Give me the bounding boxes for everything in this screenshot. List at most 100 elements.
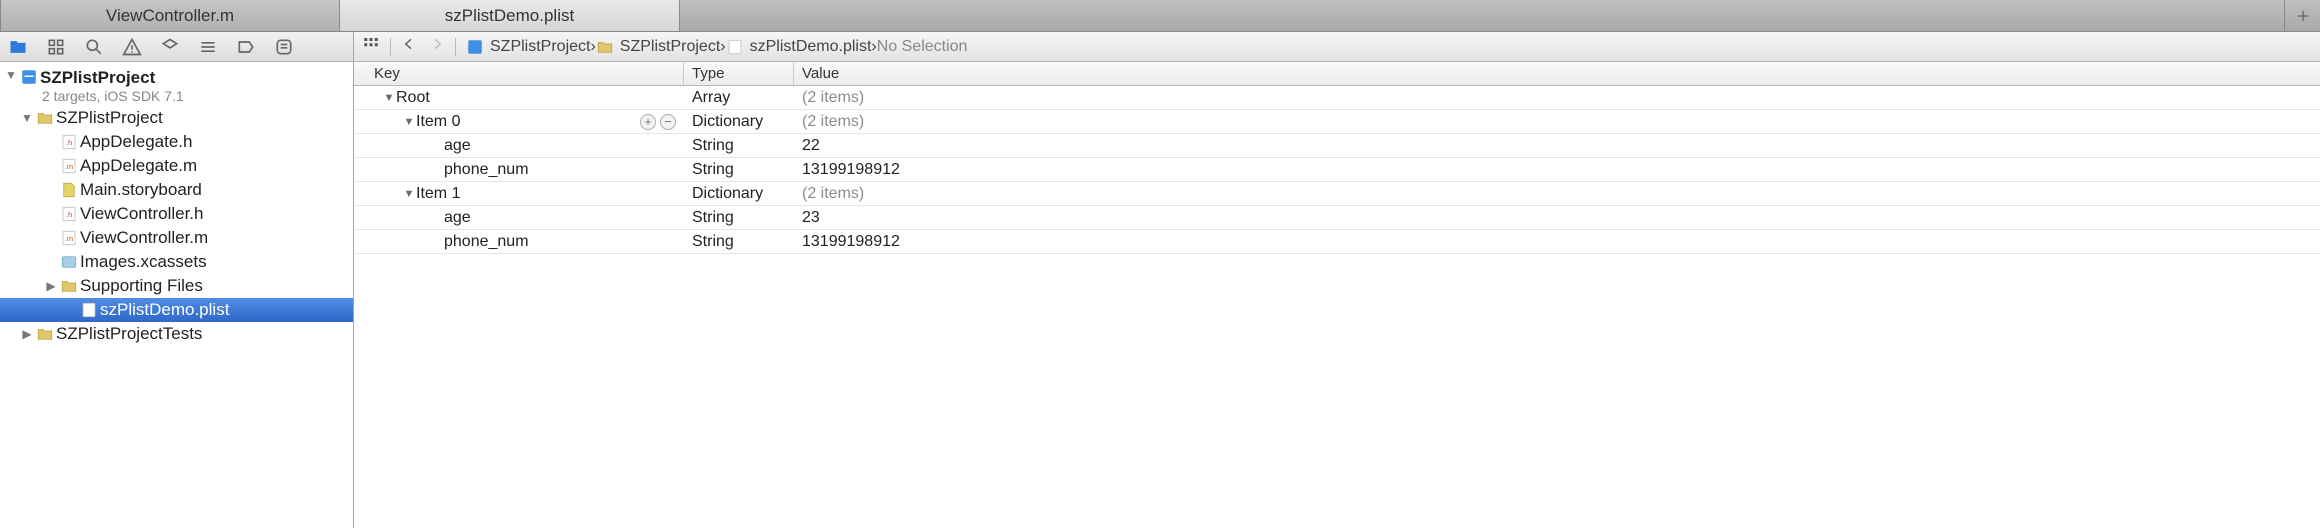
plist-editor: SZPlistProject›SZPlistProject›szPlistDem… xyxy=(354,32,2320,528)
disclosure-triangle-icon[interactable]: ▼ xyxy=(20,111,34,125)
test-navigator-icon[interactable] xyxy=(158,37,182,57)
navigator-tree[interactable]: ▼ SZPlistProject 2 targets, iOS SDK 7.1 … xyxy=(0,62,353,528)
plist-key[interactable]: phone_num xyxy=(444,233,529,251)
navigator-item-label: Supporting Files xyxy=(80,276,203,296)
breadcrumb-label: SZPlistProject xyxy=(620,38,720,56)
plist-key[interactable]: phone_num xyxy=(444,161,529,179)
column-header-value[interactable]: Value xyxy=(794,62,2320,85)
disclosure-triangle-icon[interactable]: ▼ xyxy=(4,68,18,82)
related-items-icon[interactable] xyxy=(362,35,380,58)
plist-key[interactable]: Item 1 xyxy=(416,185,460,203)
breadcrumb-label: szPlistDemo.plist xyxy=(750,38,872,56)
plist-type[interactable]: String xyxy=(692,137,734,155)
column-header-type[interactable]: Type xyxy=(684,62,794,85)
plist-header-row: Key Type Value xyxy=(354,62,2320,86)
plist-type[interactable]: Dictionary xyxy=(692,113,763,131)
file-icon: .m xyxy=(58,157,80,175)
disclosure-triangle-icon[interactable]: ▼ xyxy=(382,92,396,104)
breadcrumb-item[interactable]: SZPlistProject xyxy=(596,38,720,56)
tab-label: ViewController.m xyxy=(106,6,234,26)
plist-row[interactable]: ▼Item 1+−Dictionary(2 items) xyxy=(354,182,2320,206)
add-button[interactable]: + xyxy=(640,114,656,130)
plus-icon xyxy=(2295,8,2311,24)
issue-navigator-icon[interactable] xyxy=(120,37,144,57)
plist-value[interactable]: 22 xyxy=(802,137,820,155)
plist-row[interactable]: ▼Root+−Array(2 items) xyxy=(354,86,2320,110)
back-button[interactable] xyxy=(401,36,417,57)
plist-type[interactable]: String xyxy=(692,233,734,251)
disclosure-triangle-icon[interactable]: ▼ xyxy=(402,116,416,128)
file-icon: .h xyxy=(58,205,80,223)
file-icon: .m xyxy=(58,229,80,247)
plist-type[interactable]: Dictionary xyxy=(692,185,763,203)
breadcrumb-item[interactable]: szPlistDemo.plist xyxy=(726,38,872,56)
navigator-row[interactable]: ▼SZPlistProject xyxy=(0,106,353,130)
project-navigator-icon[interactable] xyxy=(6,37,30,57)
add-tab-button[interactable] xyxy=(2284,0,2320,31)
separator xyxy=(455,38,456,56)
navigator-item-label: AppDelegate.m xyxy=(80,156,197,176)
plist-type[interactable]: Array xyxy=(692,89,730,107)
plist-body[interactable]: ▼Root+−Array(2 items)▼Item 0+−Dictionary… xyxy=(354,86,2320,528)
navigator-row[interactable]: .m AppDelegate.m xyxy=(0,154,353,178)
forward-button[interactable] xyxy=(429,36,445,57)
file-icon xyxy=(78,301,100,319)
plist-type[interactable]: String xyxy=(692,209,734,227)
navigator-row[interactable]: Images.xcassets xyxy=(0,250,353,274)
disclosure-triangle-icon[interactable]: ▼ xyxy=(402,188,416,200)
navigator-row[interactable]: ▶ SZPlistProjectTests xyxy=(0,322,353,346)
disclosure-triangle-icon[interactable]: ▶ xyxy=(44,279,58,293)
navigator-row[interactable]: .hAppDelegate.h xyxy=(0,130,353,154)
plist-value[interactable]: (2 items) xyxy=(802,89,864,107)
navigator-item-label: Main.storyboard xyxy=(80,180,202,200)
disclosure-triangle-icon[interactable]: ▶ xyxy=(20,327,34,341)
navigator-row[interactable]: ▶ Supporting Files xyxy=(0,274,353,298)
plist-row[interactable]: phone_num+−String13199198912 xyxy=(354,158,2320,182)
file-icon: .h xyxy=(58,133,80,151)
project-icon xyxy=(18,68,40,86)
tab-viewcontroller[interactable]: ViewController.m xyxy=(0,0,340,31)
navigator-row[interactable]: .mViewController.m xyxy=(0,226,353,250)
navigator-row[interactable]: szPlistDemo.plist xyxy=(0,298,353,322)
plist-key[interactable]: Root xyxy=(396,89,430,107)
navigator-item-label: Images.xcassets xyxy=(80,252,207,272)
navigator-toolbar xyxy=(0,32,353,62)
plist-row[interactable]: age+−String22 xyxy=(354,134,2320,158)
breakpoint-navigator-icon[interactable] xyxy=(234,37,258,57)
project-subtitle: 2 targets, iOS SDK 7.1 xyxy=(42,88,184,104)
navigator-row[interactable]: Main.storyboard xyxy=(0,178,353,202)
plist-type[interactable]: String xyxy=(692,161,734,179)
plist-row[interactable]: ▼Item 0 +−Dictionary (2 items) xyxy=(354,110,2320,134)
plist-key[interactable]: age xyxy=(444,137,471,155)
navigator-item-label: SZPlistProjectTests xyxy=(56,324,202,344)
plist-value[interactable]: (2 items) xyxy=(802,113,864,131)
jump-bar[interactable]: SZPlistProject›SZPlistProject›szPlistDem… xyxy=(354,32,2320,62)
svg-text:.m: .m xyxy=(65,162,73,171)
file-icon xyxy=(58,277,80,295)
file-icon xyxy=(466,38,484,56)
project-name: SZPlistProject xyxy=(40,68,184,88)
column-header-key[interactable]: Key xyxy=(354,62,684,85)
navigator-item-label: AppDelegate.h xyxy=(80,132,192,152)
plist-value[interactable]: 13199198912 xyxy=(802,161,900,179)
remove-button[interactable]: − xyxy=(660,114,676,130)
symbol-navigator-icon[interactable] xyxy=(44,37,68,57)
plist-row[interactable]: phone_num+−String13199198912 xyxy=(354,230,2320,254)
plist-value[interactable]: 13199198912 xyxy=(802,233,900,251)
tab-bar: ViewController.m szPlistDemo.plist xyxy=(0,0,2320,32)
debug-navigator-icon[interactable] xyxy=(196,37,220,57)
plist-key[interactable]: age xyxy=(444,209,471,227)
project-root[interactable]: ▼ SZPlistProject 2 targets, iOS SDK 7.1 xyxy=(0,66,353,106)
navigator-item-label: ViewController.m xyxy=(80,228,208,248)
breadcrumb-item[interactable]: No Selection xyxy=(877,38,968,56)
plist-value[interactable]: (2 items) xyxy=(802,185,864,203)
plist-row[interactable]: age+−String23 xyxy=(354,206,2320,230)
navigator-row[interactable]: .hViewController.h xyxy=(0,202,353,226)
tab-plist[interactable]: szPlistDemo.plist xyxy=(340,0,680,31)
plist-value[interactable]: 23 xyxy=(802,209,820,227)
plist-key[interactable]: Item 0 xyxy=(416,113,460,131)
log-navigator-icon[interactable] xyxy=(272,37,296,57)
find-navigator-icon[interactable] xyxy=(82,37,106,57)
separator xyxy=(390,38,391,56)
breadcrumb-item[interactable]: SZPlistProject xyxy=(466,38,590,56)
